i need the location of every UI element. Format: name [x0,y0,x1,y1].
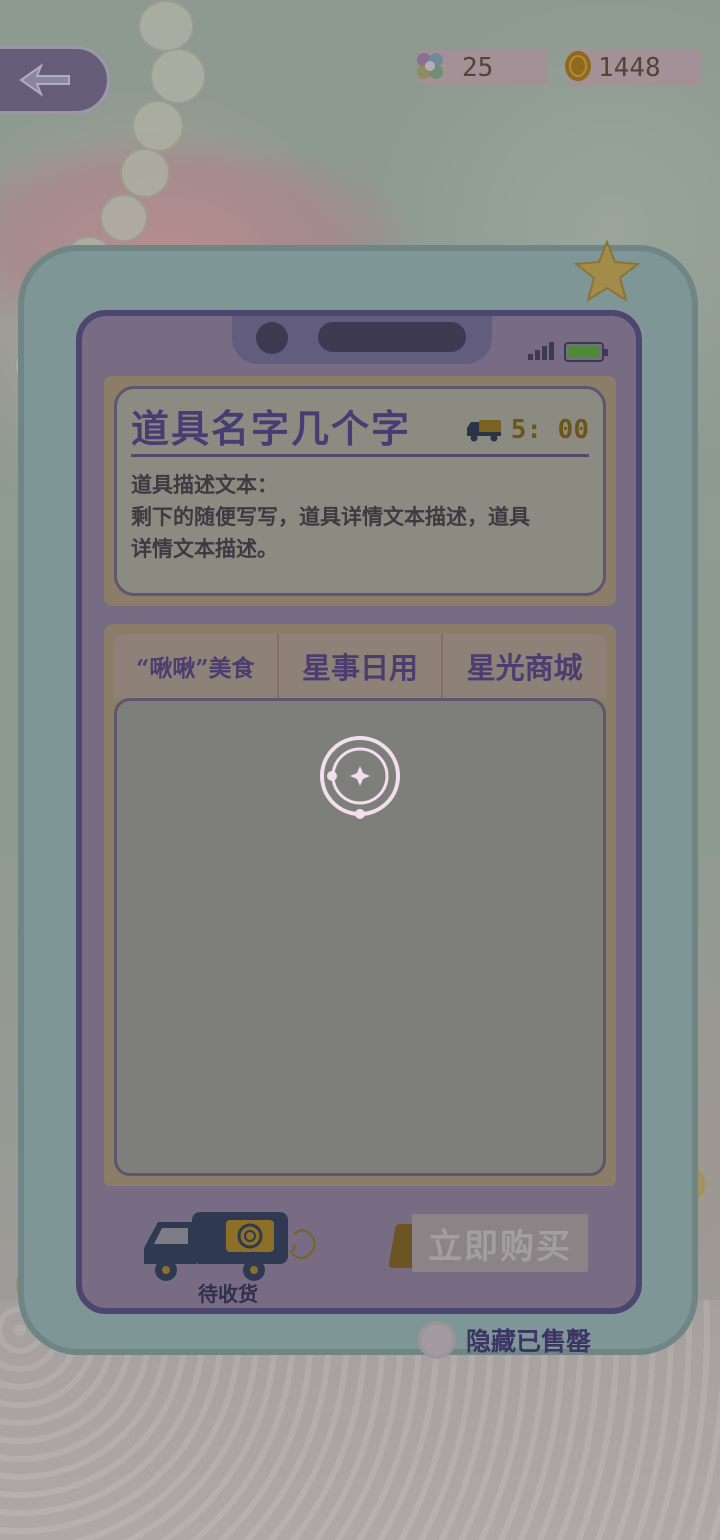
bead-decoration [150,48,206,104]
delivery-truck-icon [144,1212,316,1281]
item-description: 道具描述文本： 剩下的随便写写，道具详情文本描述，道具 详情文本描述。 [131,469,589,565]
bead-decoration [132,100,184,152]
buy-now-button[interactable]: 立即购买 [388,1210,592,1274]
hide-sold-out-toggle[interactable]: 隐藏已售罄 [418,1320,591,1360]
item-detail-card: 道具名字几个字 5: 00 道具描述文本： 剩下的随便写写，道具详情文本描述，道… [104,376,616,606]
back-arrow-icon [19,63,70,97]
item-list[interactable] [114,698,606,1176]
description-line: 剩下的随便写写，道具详情文本描述，道具 [131,505,530,529]
bottom-action-bar: 待收货 立即购买 [104,1190,616,1310]
delivery-truck-icon [466,420,501,442]
coin-icon [565,51,591,81]
hide-sold-out-label: 隐藏已售罄 [466,1327,592,1356]
buy-now-label: 立即购买 [412,1214,588,1272]
gem-flower-icon [417,53,443,79]
star-decoration [573,239,641,303]
phone-notch [232,316,492,364]
gem-count: 25 [462,53,494,83]
camera-icon [256,322,288,354]
back-button[interactable] [0,46,110,114]
description-line: 详情文本描述。 [131,537,278,561]
shop-panel: “啾啾”美食 星事日用 星光商城 [104,624,616,1186]
signal-icon [528,340,556,360]
hide-sold-out-radio[interactable] [418,1321,456,1359]
description-line: 道具描述文本： [131,473,278,497]
gem-counter: 25 [417,50,548,86]
coin-count: 1448 [598,53,661,83]
coin-counter: 1448 [565,50,702,86]
tab-food[interactable]: “啾啾”美食 [114,634,279,698]
tab-daily-goods[interactable]: 星事日用 [278,634,444,698]
pending-delivery-label: 待收货 [198,1282,258,1306]
bead-decoration [120,148,170,198]
bead-decoration [138,0,194,52]
tab-starlight-mall[interactable]: 星光商城 [443,634,607,698]
delivery-timer: 5: 00 [465,415,589,445]
shop-tabs: “啾啾”美食 星事日用 星光商城 [114,634,607,698]
speaker-slot [318,322,466,352]
battery-icon [564,342,608,362]
loading-spinner-icon [320,736,400,819]
bead-decoration [100,194,148,242]
pending-delivery-button[interactable]: 待收货 [138,1208,318,1306]
delivery-time: 5: 00 [510,415,589,445]
